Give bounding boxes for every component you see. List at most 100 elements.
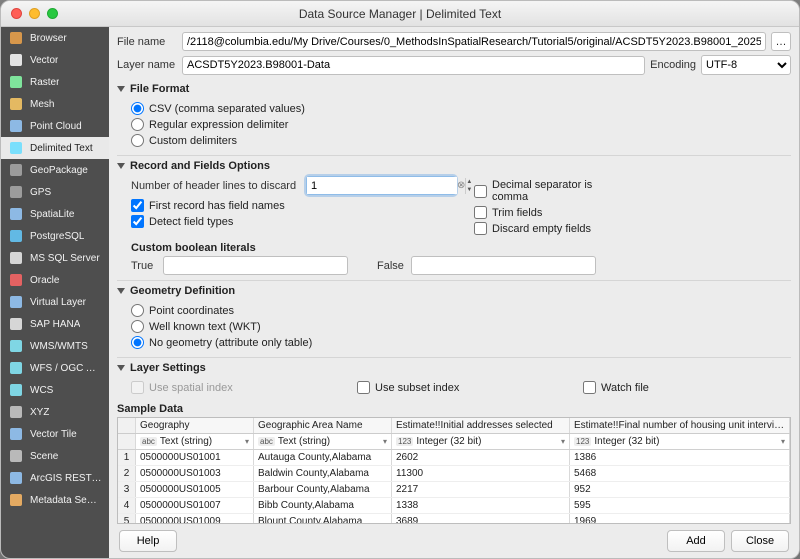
geom-wkt-radio[interactable]: [131, 320, 144, 333]
detect-types-checkbox[interactable]: [131, 215, 144, 228]
oracle-icon: [8, 272, 24, 288]
column-type-select[interactable]: 123Integer (32 bit): [392, 434, 570, 449]
close-window-button[interactable]: [11, 8, 22, 19]
table-cell: 0500000US01003: [136, 466, 254, 481]
sidebar-item-mesh[interactable]: Mesh: [1, 93, 109, 115]
chevron-down-icon: [117, 365, 125, 371]
file-browse-button[interactable]: …: [771, 32, 791, 51]
column-header[interactable]: Geography: [136, 418, 254, 433]
sidebar-item-geopackage[interactable]: GeoPackage: [1, 159, 109, 181]
traffic-lights: [11, 8, 58, 19]
virtual-layer-icon: [8, 294, 24, 310]
table-cell: 11300: [392, 466, 570, 481]
sidebar-item-wms-wmts[interactable]: WMS/WMTS: [1, 335, 109, 357]
table-cell: 0500000US01007: [136, 498, 254, 513]
subset-index-checkbox[interactable]: [357, 381, 370, 394]
column-type-select[interactable]: abcText (string): [136, 434, 254, 449]
sidebar-item-vector-tile[interactable]: Vector Tile: [1, 423, 109, 445]
geom-none-radio[interactable]: [131, 336, 144, 349]
sidebar-item-spatialite[interactable]: SpatiaLite: [1, 203, 109, 225]
sidebar-item-gps[interactable]: GPS: [1, 181, 109, 203]
sidebar-item-vector[interactable]: Vector: [1, 49, 109, 71]
sidebar-item-oracle[interactable]: Oracle: [1, 269, 109, 291]
sidebar-item-postgresql[interactable]: PostgreSQL: [1, 225, 109, 247]
geometry-header[interactable]: Geometry Definition: [117, 280, 791, 297]
file-format-header[interactable]: File Format: [117, 83, 791, 95]
chevron-down-icon: [117, 86, 125, 92]
layer-name-input[interactable]: [182, 56, 645, 75]
sidebar-item-xyz[interactable]: XYZ: [1, 401, 109, 423]
help-button[interactable]: Help: [119, 530, 177, 552]
discard-empty-checkbox[interactable]: [474, 222, 487, 235]
table-cell: 0500000US01001: [136, 450, 254, 465]
table-cell: 952: [570, 482, 790, 497]
data-source-manager-window: Data Source Manager | Delimited Text Bro…: [0, 0, 800, 559]
add-button[interactable]: Add: [667, 530, 725, 552]
table-row: 20500000US01003Baldwin County,Alabama113…: [118, 466, 790, 482]
decimal-comma-checkbox[interactable]: [474, 185, 487, 198]
sidebar-item-arcgis-rest-server[interactable]: ArcGIS REST Server: [1, 467, 109, 489]
trim-fields-checkbox[interactable]: [474, 206, 487, 219]
file-name-input[interactable]: [182, 32, 766, 51]
encoding-select[interactable]: UTF-8: [701, 55, 791, 75]
table-cell: 3689: [392, 514, 570, 524]
false-label: False: [377, 260, 407, 272]
sidebar-item-raster[interactable]: Raster: [1, 71, 109, 93]
format-custom-label: Custom delimiters: [149, 135, 237, 147]
sidebar-item-label: GeoPackage: [30, 165, 88, 176]
chevron-down-icon: [117, 163, 125, 169]
spatialite-icon: [8, 206, 24, 222]
format-regex-radio[interactable]: [131, 118, 144, 131]
first-record-checkbox[interactable]: [131, 199, 144, 212]
sidebar-item-label: Scene: [30, 451, 58, 462]
layer-settings-header[interactable]: Layer Settings: [117, 357, 791, 374]
records-header[interactable]: Record and Fields Options: [117, 155, 791, 172]
sidebar-item-ms-sql-server[interactable]: MS SQL Server: [1, 247, 109, 269]
column-header[interactable]: Estimate!!Initial addresses selected: [392, 418, 570, 433]
gps-icon: [8, 184, 24, 200]
chevron-down-icon: [117, 288, 125, 294]
sidebar-item-delimited-text[interactable]: Delimited Text: [1, 137, 109, 159]
table-cell: Autauga County,Alabama: [254, 450, 392, 465]
spin-down-icon[interactable]: ▼: [466, 186, 472, 194]
minimize-window-button[interactable]: [29, 8, 40, 19]
xyz-icon: [8, 404, 24, 420]
table-cell: 1338: [392, 498, 570, 513]
sidebar-item-label: Oracle: [30, 275, 59, 286]
sidebar-item-point-cloud[interactable]: Point Cloud: [1, 115, 109, 137]
sidebar-item-scene[interactable]: Scene: [1, 445, 109, 467]
column-type-select[interactable]: 123Integer (32 bit): [570, 434, 790, 449]
wcs-icon: [8, 382, 24, 398]
layer-name-label: Layer name: [117, 59, 177, 71]
zoom-window-button[interactable]: [47, 8, 58, 19]
column-header[interactable]: Estimate!!Final number of housing unit i…: [570, 418, 790, 433]
column-type-select[interactable]: abcText (string): [254, 434, 392, 449]
format-csv-radio[interactable]: [131, 102, 144, 115]
geom-point-radio[interactable]: [131, 304, 144, 317]
clear-spin-icon[interactable]: ⊗: [457, 180, 465, 191]
raster-icon: [8, 74, 24, 90]
table-cell: 0500000US01005: [136, 482, 254, 497]
sidebar-item-sap-hana[interactable]: SAP HANA: [1, 313, 109, 335]
sidebar-item-label: Vector: [30, 55, 58, 66]
close-button[interactable]: Close: [731, 530, 789, 552]
false-input[interactable]: [411, 256, 596, 275]
table-cell: 1386: [570, 450, 790, 465]
sidebar-item-label: Virtual Layer: [30, 297, 86, 308]
sidebar-item-wfs-ogc-api-features[interactable]: WFS / OGC API - Features: [1, 357, 109, 379]
true-input[interactable]: [163, 256, 348, 275]
sidebar-item-label: Mesh: [30, 99, 54, 110]
header-lines-spinbox[interactable]: ⊗ ▲▼: [306, 176, 456, 195]
sidebar-item-metadata-search[interactable]: Metadata Search: [1, 489, 109, 511]
spin-up-icon[interactable]: ▲: [466, 178, 472, 186]
format-custom-radio[interactable]: [131, 134, 144, 147]
watch-file-checkbox[interactable]: [583, 381, 596, 394]
column-header[interactable]: Geographic Area Name: [254, 418, 392, 433]
sidebar-item-browser[interactable]: Browser: [1, 27, 109, 49]
sidebar-item-label: WCS: [30, 385, 53, 396]
file-name-label: File name: [117, 36, 177, 48]
sidebar-item-wcs[interactable]: WCS: [1, 379, 109, 401]
sidebar-item-virtual-layer[interactable]: Virtual Layer: [1, 291, 109, 313]
source-list-sidebar: Browser Vector Raster Mesh Point Cloud Delimi…: [1, 27, 109, 558]
sidebar-item-label: Delimited Text: [30, 143, 93, 154]
